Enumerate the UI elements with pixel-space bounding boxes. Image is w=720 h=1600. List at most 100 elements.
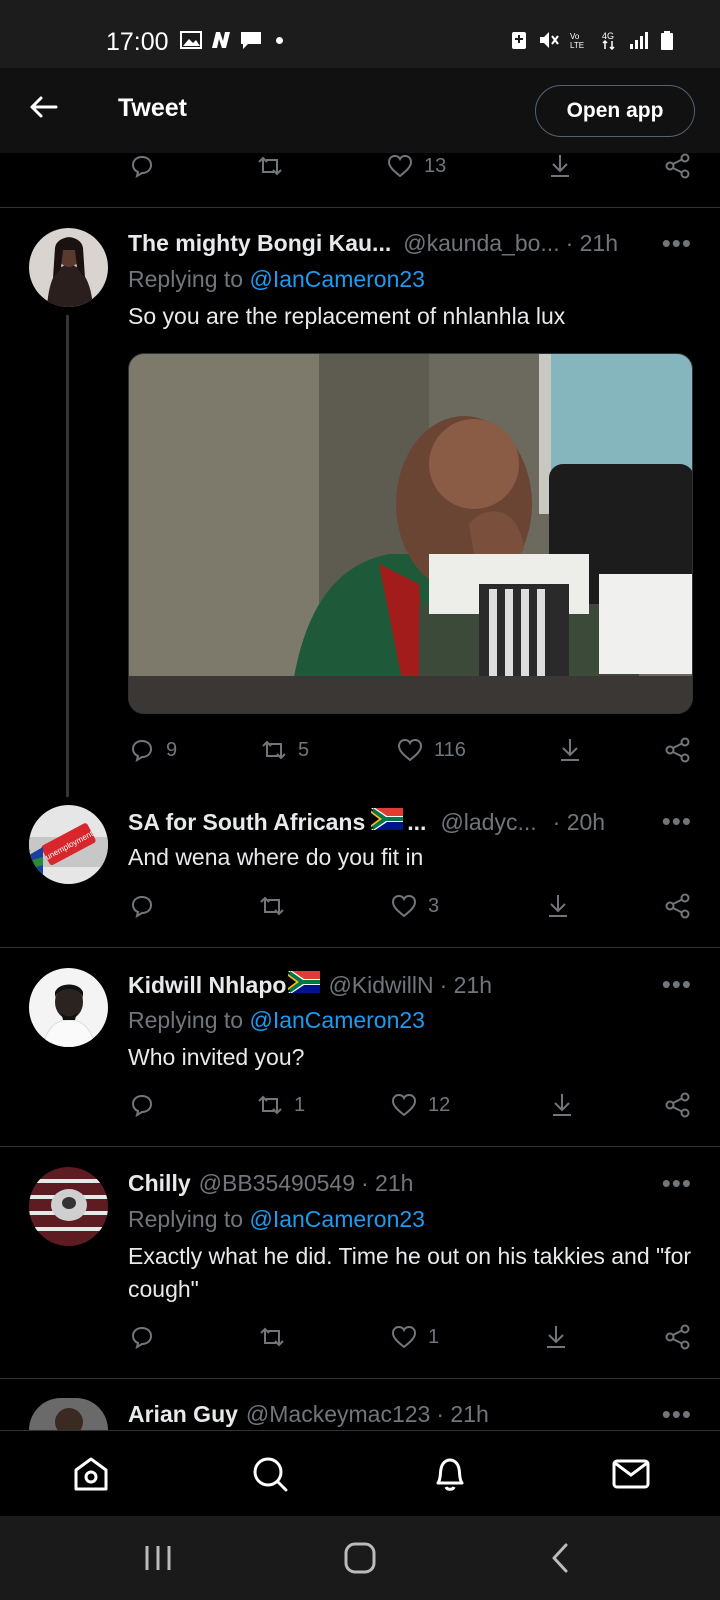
handle[interactable]: @KidwillN: [328, 972, 433, 999]
display-name[interactable]: Arian Guy: [128, 1401, 238, 1428]
open-app-button[interactable]: Open app: [535, 85, 695, 137]
avatar[interactable]: [29, 968, 108, 1047]
home-button-icon[interactable]: [342, 1540, 378, 1576]
heart-icon: [391, 894, 417, 918]
tweet-text: Exactly what he did. Time he out on his …: [128, 1243, 692, 1302]
mention-link[interactable]: @IanCameron23: [249, 266, 425, 292]
status-bar: 17:00 Vo LTE 4G: [0, 0, 720, 68]
more-options-icon[interactable]: •••: [662, 1168, 692, 1199]
retweet-button[interactable]: [258, 892, 296, 920]
reply-icon: [131, 1326, 153, 1350]
status-right-icons: Vo LTE 4G: [508, 30, 680, 50]
n-app-icon: [212, 32, 230, 48]
share-button[interactable]: [664, 152, 692, 180]
more-options-icon[interactable]: •••: [662, 228, 692, 259]
heart-icon: [391, 1325, 417, 1349]
replying-to: Replying to @IanCameron23: [128, 266, 425, 292]
mute-icon: [540, 32, 559, 48]
divider: [0, 947, 720, 948]
search-icon[interactable]: [249, 1453, 291, 1495]
reply-button[interactable]: [128, 892, 166, 920]
heart-icon: [391, 1093, 417, 1117]
action-row: 13: [128, 152, 698, 188]
volte-icon: VoLTE: [570, 32, 584, 50]
avatar[interactable]: [29, 228, 108, 307]
retweet-icon: [258, 1095, 282, 1115]
like-button[interactable]: 1: [390, 1323, 439, 1351]
retweet-button[interactable]: [258, 1323, 296, 1351]
tweet-text: And wena where do you fit in: [128, 844, 424, 870]
reply-button[interactable]: [128, 152, 166, 180]
reply-icon: [131, 895, 153, 919]
save-button[interactable]: [548, 1091, 576, 1119]
save-button[interactable]: [542, 1323, 570, 1351]
messages-envelope-icon[interactable]: [610, 1453, 652, 1495]
share-button[interactable]: [664, 892, 692, 920]
reply-button[interactable]: [128, 1091, 166, 1119]
status-left-icons: [180, 30, 283, 50]
download-icon: [551, 155, 569, 177]
top-bar: Tweet Open app: [0, 68, 720, 153]
retweet-icon: [260, 896, 284, 916]
notifications-bell-icon[interactable]: [429, 1453, 471, 1495]
tweet-header: The mighty Bongi Kau... @kaunda_bo... · …: [128, 230, 618, 257]
status-time: 17:00: [106, 28, 169, 56]
save-button[interactable]: [546, 152, 574, 180]
timestamp: · 21h: [439, 972, 493, 998]
download-icon: [549, 895, 567, 917]
display-name[interactable]: The mighty Bongi Kau...: [128, 230, 391, 257]
reply-button[interactable]: 9: [128, 736, 177, 764]
handle[interactable]: @kaunda_bo...: [403, 230, 559, 257]
replying-to: Replying to @IanCameron23: [128, 1206, 425, 1232]
recent-apps-icon[interactable]: [140, 1540, 176, 1576]
avatar[interactable]: unemployment: [29, 805, 108, 884]
svg-text:LTE: LTE: [570, 41, 584, 50]
share-button[interactable]: [664, 1091, 692, 1119]
svg-text:Vo: Vo: [570, 32, 580, 41]
handle[interactable]: @Mackeymac123: [246, 1401, 430, 1428]
avatar[interactable]: [29, 1398, 108, 1430]
mention-link[interactable]: @IanCameron23: [249, 1206, 425, 1232]
retweet-icon: [258, 156, 282, 176]
divider: [0, 1146, 720, 1147]
handle[interactable]: @BB35490549: [199, 1170, 355, 1197]
display-name[interactable]: Kidwill Nhlapo: [128, 972, 286, 999]
handle[interactable]: @ladyc...: [440, 809, 536, 836]
share-button[interactable]: [664, 1323, 692, 1351]
more-options-icon[interactable]: •••: [662, 1399, 692, 1430]
avatar[interactable]: [29, 1167, 108, 1246]
back-button-icon[interactable]: [544, 1540, 580, 1576]
more-options-icon[interactable]: •••: [662, 969, 692, 1000]
replying-to: Replying to @IanCameron23: [128, 1007, 425, 1033]
retweet-button[interactable]: [256, 152, 294, 180]
share-button[interactable]: [664, 736, 692, 764]
retweet-button[interactable]: 5: [260, 736, 309, 764]
reply-icon: [131, 739, 153, 763]
action-row: 1: [128, 1323, 698, 1359]
tweet-image[interactable]: [128, 353, 693, 714]
like-button[interactable]: 116: [396, 736, 466, 764]
signal-icon: [630, 32, 648, 49]
battery-icon: [661, 31, 673, 50]
like-button[interactable]: 12: [390, 1091, 450, 1119]
retweet-button[interactable]: 1: [256, 1091, 305, 1119]
save-button[interactable]: [544, 892, 572, 920]
save-button[interactable]: [556, 736, 584, 764]
timestamp: · 21h: [565, 230, 619, 256]
tweet-header: SA for South Africans ... @ladyc... · 20…: [128, 808, 605, 836]
share-icon: [665, 893, 690, 919]
back-arrow-icon[interactable]: [26, 90, 60, 124]
retweet-icon: [260, 1327, 284, 1347]
like-button[interactable]: 13: [386, 152, 446, 180]
display-name[interactable]: SA for South Africans: [128, 809, 365, 836]
display-name[interactable]: Chilly: [128, 1170, 191, 1197]
reply-button[interactable]: [128, 1323, 166, 1351]
divider: [0, 1378, 720, 1379]
like-button[interactable]: 3: [390, 892, 439, 920]
more-options-icon[interactable]: •••: [662, 806, 692, 837]
battery-saver-icon: [512, 32, 526, 49]
mention-link[interactable]: @IanCameron23: [249, 1007, 425, 1033]
download-icon: [547, 1326, 565, 1348]
thread-line: [66, 315, 69, 797]
home-icon[interactable]: [70, 1453, 112, 1495]
